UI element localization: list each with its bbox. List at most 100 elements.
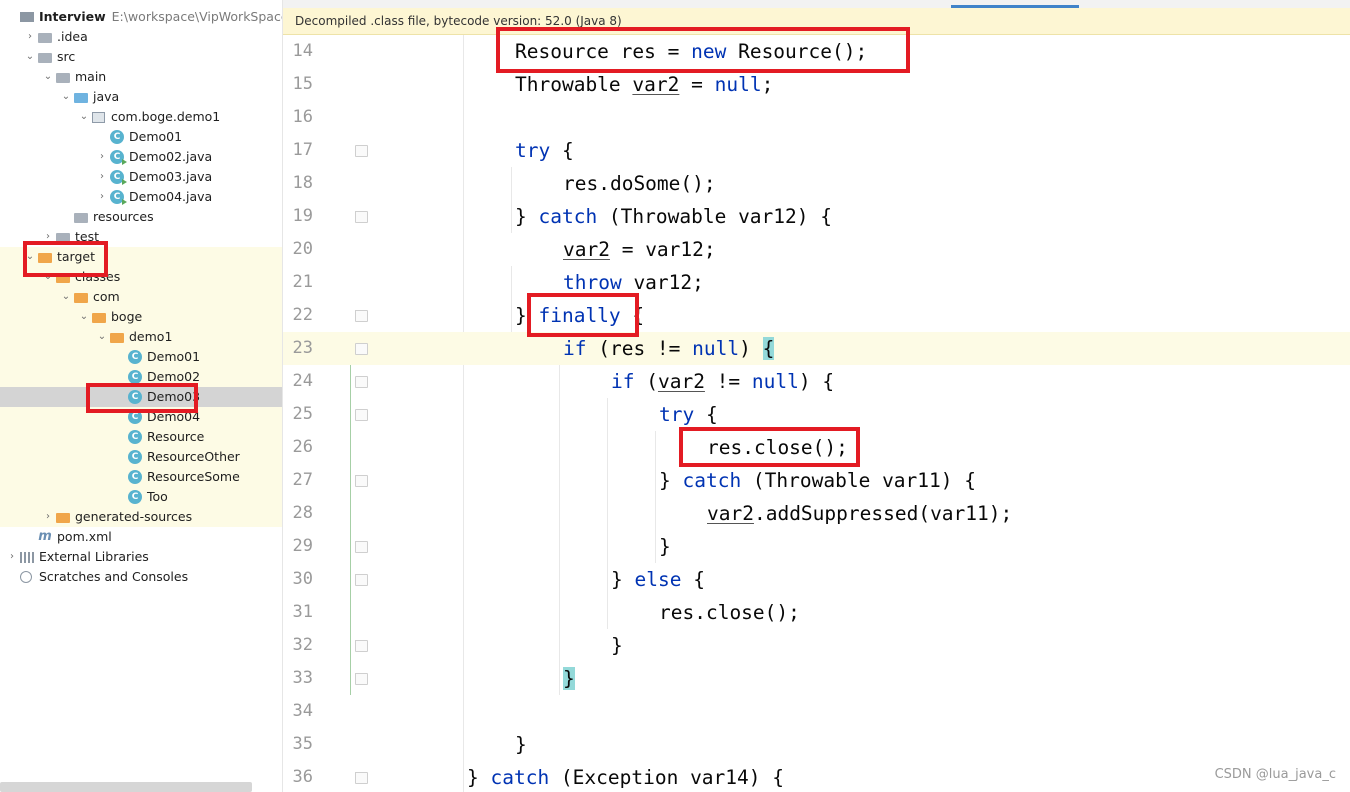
code-line[interactable]: 23 if (res != null) { <box>283 332 1350 365</box>
fold-collapse-icon[interactable] <box>355 640 368 652</box>
code-line[interactable]: 29} <box>283 530 1350 563</box>
tree-item-resourcesome[interactable]: C ResourceSome <box>0 467 282 487</box>
tree-item-demo03[interactable]: C Demo03 <box>0 387 282 407</box>
line-number[interactable]: 18 <box>283 167 313 200</box>
line-number[interactable]: 23 <box>283 332 313 365</box>
line-number[interactable]: 17 <box>283 134 313 167</box>
fold-collapse-icon[interactable] <box>355 772 368 784</box>
code-line[interactable]: 16 <box>283 101 1350 134</box>
fold-collapse-icon[interactable] <box>355 673 368 685</box>
code-line[interactable]: 27} catch (Throwable var11) { <box>283 464 1350 497</box>
tree-item-classes[interactable]: ⌄ classes <box>0 267 282 287</box>
line-number[interactable]: 28 <box>283 497 313 530</box>
line-number[interactable]: 24 <box>283 365 313 398</box>
code-line[interactable]: 33} <box>283 662 1350 695</box>
line-number[interactable]: 20 <box>283 233 313 266</box>
chevron-down-icon[interactable]: ⌄ <box>24 247 36 267</box>
tree-item-demo1[interactable]: ⌄ demo1 <box>0 327 282 347</box>
chevron-right-icon[interactable]: › <box>96 147 108 167</box>
code-line[interactable]: 30} else { <box>283 563 1350 596</box>
line-number[interactable]: 34 <box>283 695 313 728</box>
line-number[interactable]: 36 <box>283 761 313 792</box>
line-number[interactable]: 19 <box>283 200 313 233</box>
line-number[interactable]: 15 <box>283 68 313 101</box>
fold-collapse-icon[interactable] <box>355 574 368 586</box>
tree-item-demo02[interactable]: C Demo02 <box>0 367 282 387</box>
code-line[interactable]: 19} catch (Throwable var12) { <box>283 200 1350 233</box>
tree-item-interview[interactable]: Interview E:\workspace\VipWorkSpace\Inte <box>0 7 282 27</box>
tree-item-com-boge-demo1[interactable]: ⌄ com.boge.demo1 <box>0 107 282 127</box>
tree-item-src[interactable]: ⌄ src <box>0 47 282 67</box>
tree-item-demo04[interactable]: C Demo04 <box>0 407 282 427</box>
chevron-down-icon[interactable]: ⌄ <box>60 87 72 107</box>
chevron-down-icon[interactable]: ⌄ <box>78 307 90 327</box>
line-number[interactable]: 27 <box>283 464 313 497</box>
fold-expand-icon[interactable] <box>355 145 368 157</box>
code-line[interactable]: 14 Resource res = new Resource(); <box>283 35 1350 68</box>
code-line[interactable]: 24 if (var2 != null) { <box>283 365 1350 398</box>
tree-item-java[interactable]: ⌄ java <box>0 87 282 107</box>
code-line[interactable]: 18 res.doSome(); <box>283 167 1350 200</box>
line-number[interactable]: 25 <box>283 398 313 431</box>
code-line[interactable]: 31 res.close(); <box>283 596 1350 629</box>
line-number[interactable]: 26 <box>283 431 313 464</box>
chevron-down-icon[interactable]: ⌄ <box>96 327 108 347</box>
tree-item-main[interactable]: ⌄ main <box>0 67 282 87</box>
line-number[interactable]: 22 <box>283 299 313 332</box>
tree-item-too[interactable]: C Too <box>0 487 282 507</box>
tree-item-test[interactable]: › test <box>0 227 282 247</box>
chevron-right-icon[interactable]: › <box>96 187 108 207</box>
code-line[interactable]: 15 Throwable var2 = null; <box>283 68 1350 101</box>
tree-item-resourceother[interactable]: C ResourceOther <box>0 447 282 467</box>
tree-item-pom-xml[interactable]: m pom.xml <box>0 527 282 547</box>
fold-expand-icon[interactable] <box>355 409 368 421</box>
line-number[interactable]: 14 <box>283 35 313 68</box>
tree-item--idea[interactable]: › .idea <box>0 27 282 47</box>
tree-item-boge[interactable]: ⌄ boge <box>0 307 282 327</box>
tree-item-target[interactable]: ⌄ target <box>0 247 282 267</box>
chevron-right-icon[interactable]: › <box>42 227 54 247</box>
chevron-right-icon[interactable]: › <box>6 547 18 567</box>
code-line[interactable]: 26 res.close(); <box>283 431 1350 464</box>
tree-item-demo02-java[interactable]: › C Demo02.java <box>0 147 282 167</box>
code-line[interactable]: 34 <box>283 695 1350 728</box>
line-number[interactable]: 16 <box>283 101 313 134</box>
code-line[interactable]: 21 throw var12; <box>283 266 1350 299</box>
chevron-down-icon[interactable]: ⌄ <box>42 267 54 287</box>
code-line[interactable]: 28 var2.addSuppressed(var11); <box>283 497 1350 530</box>
line-number[interactable]: 33 <box>283 662 313 695</box>
line-number[interactable]: 29 <box>283 530 313 563</box>
code-area[interactable]: 14 Resource res = new Resource(); 15 Throwa… <box>283 35 1350 792</box>
tree-item-demo03-java[interactable]: › C Demo03.java <box>0 167 282 187</box>
tree-item-generated-sources[interactable]: › generated-sources <box>0 507 282 527</box>
tree-item-resource[interactable]: C Resource <box>0 427 282 447</box>
line-number[interactable]: 30 <box>283 563 313 596</box>
tree-item-demo01[interactable]: C Demo01 <box>0 127 282 147</box>
line-number[interactable]: 21 <box>283 266 313 299</box>
project-tree[interactable]: Interview E:\workspace\VipWorkSpace\Inte ›… <box>0 0 283 792</box>
chevron-down-icon[interactable]: ⌄ <box>24 47 36 67</box>
code-line[interactable]: 36} catch (Exception var14) { <box>283 761 1350 792</box>
tree-horizontal-scrollbar[interactable] <box>0 782 252 792</box>
fold-collapse-icon[interactable] <box>355 211 368 223</box>
code-line[interactable]: 35} <box>283 728 1350 761</box>
line-number[interactable]: 32 <box>283 629 313 662</box>
code-line[interactable]: 22} finally { <box>283 299 1350 332</box>
fold-expand-icon[interactable] <box>355 343 368 355</box>
tree-item-demo04-java[interactable]: › C Demo04.java <box>0 187 282 207</box>
code-line[interactable]: 17 try { <box>283 134 1350 167</box>
line-number[interactable]: 31 <box>283 596 313 629</box>
tree-item-com[interactable]: ⌄ com <box>0 287 282 307</box>
tree-item-scratches-and-consoles[interactable]: Scratches and Consoles <box>0 567 282 587</box>
code-editor[interactable]: Decompiled .class file, bytecode version… <box>283 0 1350 792</box>
tree-item-external-libraries[interactable]: › External Libraries <box>0 547 282 567</box>
tree-item-demo01[interactable]: C Demo01 <box>0 347 282 367</box>
chevron-right-icon[interactable]: › <box>24 27 36 47</box>
code-line[interactable]: 25 try { <box>283 398 1350 431</box>
chevron-right-icon[interactable]: › <box>96 167 108 187</box>
chevron-down-icon[interactable]: ⌄ <box>60 287 72 307</box>
tree-item-resources[interactable]: resources <box>0 207 282 227</box>
fold-collapse-icon[interactable] <box>355 475 368 487</box>
fold-expand-icon[interactable] <box>355 376 368 388</box>
chevron-down-icon[interactable]: ⌄ <box>42 67 54 87</box>
